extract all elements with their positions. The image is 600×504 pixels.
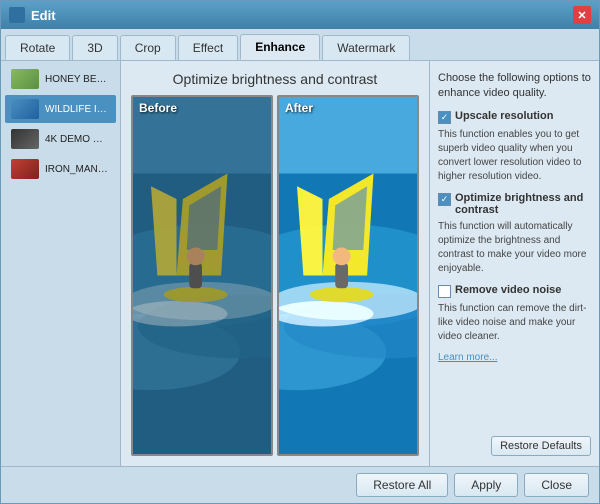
upscale-checkbox[interactable] xyxy=(438,111,451,124)
window-title: Edit xyxy=(31,8,573,23)
before-preview: Before xyxy=(131,95,273,456)
tab-rotate[interactable]: Rotate xyxy=(5,35,70,60)
right-panel-intro: Choose the following options to enhance … xyxy=(438,71,591,102)
brightness-label: Optimize brightness and contrast xyxy=(455,192,591,216)
noise-checkbox-row: Remove video noise xyxy=(438,284,591,298)
after-label: After xyxy=(285,101,313,115)
sidebar-thumb-wildlife xyxy=(11,99,39,119)
upscale-checkbox-row: Upscale resolution xyxy=(438,110,591,124)
tab-watermark[interactable]: Watermark xyxy=(322,35,410,60)
brightness-checkbox-row: Optimize brightness and contrast xyxy=(438,192,591,216)
preview-title: Optimize brightness and contrast xyxy=(131,71,419,87)
tab-bar: Rotate 3D Crop Effect Enhance Watermark xyxy=(1,29,599,61)
sidebar-thumb-honey-bees xyxy=(11,69,39,89)
edit-window: Edit ✕ Rotate 3D Crop Effect Enhance Wat… xyxy=(0,0,600,504)
noise-label: Remove video noise xyxy=(455,284,561,296)
sidebar: HONEY BEES ... WILDLIFE IN 4... 4K DEMO … xyxy=(1,61,121,466)
sidebar-item-wildlife[interactable]: WILDLIFE IN 4... xyxy=(5,95,116,123)
upscale-label: Upscale resolution xyxy=(455,110,553,122)
tab-crop[interactable]: Crop xyxy=(120,35,176,60)
tab-3d[interactable]: 3D xyxy=(72,35,117,60)
upscale-description: This function enables you to get superb … xyxy=(438,128,591,184)
after-preview: After xyxy=(277,95,419,456)
learn-more-link[interactable]: Learn more... xyxy=(438,352,591,363)
sidebar-thumb-4k-demo xyxy=(11,129,39,149)
noise-description: This function can remove the dirt-like v… xyxy=(438,302,591,344)
preview-section: Optimize brightness and contrast Before xyxy=(131,71,419,456)
upscale-option-group: Upscale resolution This function enables… xyxy=(438,110,591,184)
title-bar: Edit ✕ xyxy=(1,1,599,29)
sidebar-thumb-iron-man xyxy=(11,159,39,179)
sidebar-label-wildlife: WILDLIFE IN 4... xyxy=(45,104,110,115)
noise-option-group: Remove video noise This function can rem… xyxy=(438,284,591,344)
brightness-checkbox[interactable] xyxy=(438,193,451,206)
sidebar-item-iron-man[interactable]: IRON_MAN_3... xyxy=(5,155,116,183)
sidebar-label-honey-bees: HONEY BEES ... xyxy=(45,74,110,85)
restore-defaults-button[interactable]: Restore Defaults xyxy=(491,436,591,456)
brightness-option-group: Optimize brightness and contrast This fu… xyxy=(438,192,591,276)
tab-enhance[interactable]: Enhance xyxy=(240,34,320,60)
main-panel: Optimize brightness and contrast Before xyxy=(121,61,429,466)
restore-all-button[interactable]: Restore All xyxy=(356,473,448,497)
noise-checkbox[interactable] xyxy=(438,285,451,298)
after-svg xyxy=(279,97,417,454)
sidebar-item-4k-demo[interactable]: 4K DEMO ULT... xyxy=(5,125,116,153)
brightness-description: This function will automatically optimiz… xyxy=(438,220,591,276)
preview-images: Before xyxy=(131,95,419,456)
before-svg xyxy=(133,97,271,454)
tab-effect[interactable]: Effect xyxy=(178,35,238,60)
before-image xyxy=(133,97,271,454)
sidebar-item-honey-bees[interactable]: HONEY BEES ... xyxy=(5,65,116,93)
app-icon xyxy=(9,7,25,23)
right-panel: Choose the following options to enhance … xyxy=(429,61,599,466)
apply-button[interactable]: Apply xyxy=(454,473,518,497)
sidebar-label-4k-demo: 4K DEMO ULT... xyxy=(45,134,110,145)
sidebar-label-iron-man: IRON_MAN_3... xyxy=(45,164,110,175)
after-image xyxy=(279,97,417,454)
close-window-button[interactable]: ✕ xyxy=(573,6,591,24)
before-label: Before xyxy=(139,101,177,115)
restore-defaults-row: Restore Defaults xyxy=(438,436,591,456)
footer: Restore All Apply Close xyxy=(1,466,599,503)
content-area: HONEY BEES ... WILDLIFE IN 4... 4K DEMO … xyxy=(1,61,599,466)
close-button[interactable]: Close xyxy=(524,473,589,497)
